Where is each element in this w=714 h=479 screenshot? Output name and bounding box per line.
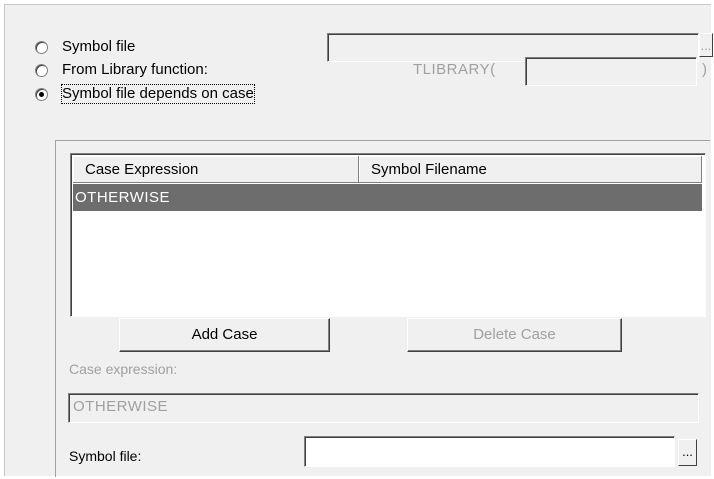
depends-on-case-radio-label[interactable]: Symbol file depends on case <box>61 84 255 104</box>
from-library-radio-label[interactable]: From Library function: <box>62 61 208 79</box>
symbol-file-label: Symbol file: <box>69 448 142 464</box>
symbol-file-input[interactable] <box>304 436 675 467</box>
column-header-symbol-filename[interactable]: Symbol Filename <box>359 156 702 183</box>
depends-on-case-radio[interactable] <box>35 88 48 101</box>
column-header-case-expression[interactable]: Case Expression <box>73 156 359 183</box>
table-row[interactable]: OTHERWISE <box>73 184 702 211</box>
symbol-file-panel: Symbol file ... From Library function: T… <box>4 4 713 477</box>
case-expression-cell: OTHERWISE <box>75 189 171 206</box>
from-library-radio[interactable] <box>35 64 48 77</box>
case-expression-field[interactable]: OTHERWISE <box>68 393 699 423</box>
library-function-field <box>525 57 697 86</box>
symbol-file-radio[interactable] <box>35 41 48 54</box>
case-expression-value: OTHERWISE <box>73 398 169 415</box>
tlibrary-label: TLIBRARY( <box>413 61 496 78</box>
symbol-file-browse-button-2[interactable]: ... <box>678 439 697 466</box>
delete-case-button[interactable]: Delete Case <box>407 318 622 352</box>
tlibrary-close-paren: ) <box>702 61 707 78</box>
add-case-button[interactable]: Add Case <box>119 318 330 352</box>
symbol-file-radio-label[interactable]: Symbol file <box>62 38 135 56</box>
case-list-view[interactable]: Case Expression Symbol Filename OTHERWIS… <box>70 153 706 317</box>
symbol-file-browse-button: ... <box>699 33 713 57</box>
case-expression-label: Case expression: <box>69 361 178 377</box>
